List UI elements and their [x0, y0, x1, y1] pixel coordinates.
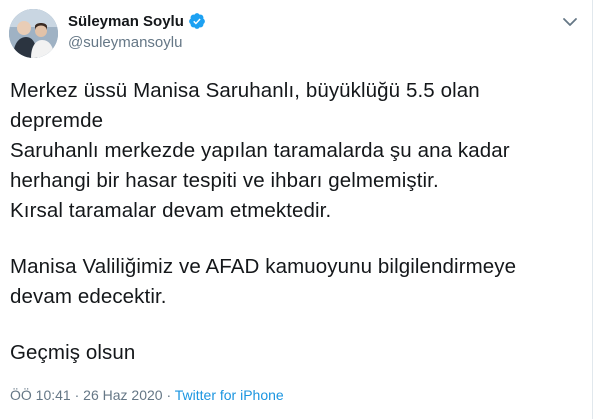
tweet-line: Saruhanlı merkezde yapılan taramalarda ş… [10, 139, 510, 162]
meta-separator: · [162, 387, 175, 403]
tweet-meta: ÖÖ 10:41 · 26 Haz 2020 · Twitter for iPh… [10, 387, 284, 403]
tweet-line: Geçmiş olsun [10, 341, 136, 364]
display-name[interactable]: Süleyman Soylu [68, 13, 184, 30]
card-border [592, 0, 593, 419]
tweet-text: Merkez üssü Manisa Saruhanlı, büyüklüğü … [10, 76, 585, 368]
author-handle[interactable]: @suleymansoylu [68, 34, 182, 51]
tweet-date[interactable]: 26 Haz 2020 [83, 387, 162, 403]
tweet-line: Manisa Valiliğimiz ve AFAD kamuoyunu bil… [10, 255, 517, 278]
meta-separator: · [70, 387, 84, 403]
avatar[interactable] [9, 9, 58, 58]
tweet-line: herhangi bir hasar tespiti ve ihbarı gel… [10, 169, 439, 192]
author-name-row[interactable]: Süleyman Soylu [68, 11, 206, 31]
tweet-source-link[interactable]: Twitter for iPhone [175, 387, 284, 403]
chevron-down-icon[interactable] [560, 12, 580, 32]
tweet-line: Kırsal taramalar devam etmektedir. [10, 199, 332, 222]
tweet-line: depremde [10, 109, 104, 132]
tweet-line: devam edecektir. [10, 285, 167, 308]
tweet-line: Merkez üssü Manisa Saruhanlı, büyüklüğü … [10, 79, 480, 102]
tweet-time[interactable]: ÖÖ 10:41 [10, 387, 71, 403]
verified-badge-icon [188, 12, 206, 30]
tweet-card: Süleyman Soylu @suleymansoylu Merkez üss… [0, 0, 604, 419]
